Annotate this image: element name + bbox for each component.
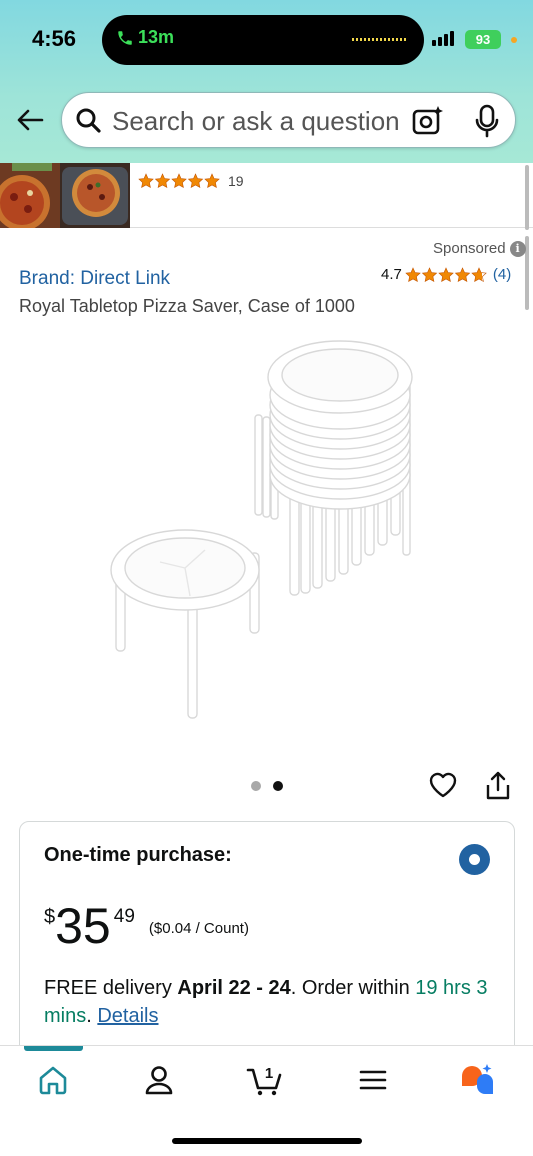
signal-icon <box>432 31 454 46</box>
price: $ 35 49 ($0.04 / Count) <box>44 900 249 952</box>
search-bar[interactable]: Search or ask a question <box>61 92 516 148</box>
menu-icon[interactable] <box>355 1062 391 1098</box>
home-indicator[interactable] <box>172 1138 362 1144</box>
camera-lens-icon[interactable] <box>411 105 445 137</box>
details-link[interactable]: Details <box>97 1005 158 1027</box>
product-rating[interactable]: 4.7 (4) <box>381 266 511 283</box>
delivery-end: . <box>86 1005 98 1027</box>
call-indicator: 13m <box>116 27 174 48</box>
share-icon[interactable] <box>484 770 512 802</box>
brand-link[interactable]: Brand: Direct Link <box>19 268 170 290</box>
status-time: 4:56 <box>32 26 77 51</box>
audio-waveform <box>352 38 406 41</box>
bottom-navigation: 1 <box>0 1045 533 1156</box>
dynamic-island[interactable]: 13m <box>102 15 424 65</box>
cart-count: 1 <box>265 1065 273 1082</box>
rating-stars-icon <box>405 266 487 282</box>
previous-product-rating-count: 19 <box>228 173 244 189</box>
sponsored-label[interactable]: Sponsored i <box>433 240 526 257</box>
image-dot-1[interactable] <box>251 781 261 791</box>
previous-result-strip[interactable]: 19 <box>0 163 533 228</box>
product-title[interactable]: Royal Tabletop Pizza Saver, Case of 1000 <box>19 296 355 317</box>
scrollbar-secondary <box>525 236 529 310</box>
microphone-icon[interactable] <box>471 104 503 138</box>
one-time-purchase-card[interactable]: One-time purchase: $ 35 49 ($0.04 / Coun… <box>19 821 515 1081</box>
home-icon[interactable] <box>35 1062 71 1098</box>
info-icon[interactable]: i <box>509 240 526 257</box>
previous-product-rating: 19 <box>138 173 244 189</box>
price-fraction: 49 <box>113 906 135 927</box>
battery-icon: 93 <box>465 30 501 49</box>
battery-level: 93 <box>475 32 491 47</box>
previous-product-thumbnail[interactable] <box>0 163 130 228</box>
purchase-option-title: One-time purchase: <box>44 844 232 866</box>
price-symbol: $ <box>44 906 56 928</box>
mic-in-use-indicator <box>511 37 517 43</box>
price-whole: 35 <box>55 898 111 954</box>
search-icon <box>76 108 101 133</box>
unit-price: ($0.04 / Count) <box>148 920 249 937</box>
delivery-mid: . Order within <box>290 977 416 999</box>
phone-icon <box>118 30 132 45</box>
search-input[interactable]: Search or ask a question <box>112 106 412 137</box>
heart-icon[interactable] <box>428 770 458 800</box>
delivery-info: FREE delivery April 22 - 24. Order withi… <box>44 974 494 1030</box>
scrollbar <box>525 165 529 230</box>
back-arrow-icon[interactable] <box>14 104 46 136</box>
sponsored-text: Sponsored <box>433 240 506 257</box>
product-image[interactable] <box>100 325 440 735</box>
purchase-option-radio[interactable] <box>459 844 490 875</box>
rating-stars-icon <box>138 173 220 188</box>
cart-icon[interactable]: 1 <box>246 1062 286 1098</box>
active-tab-indicator <box>24 1046 83 1051</box>
rating-count-link[interactable]: (4) <box>493 266 511 283</box>
person-icon[interactable] <box>141 1062 177 1098</box>
call-duration: 13m <box>138 27 175 47</box>
rating-value: 4.7 <box>381 266 402 283</box>
image-dot-2-active[interactable] <box>273 781 283 791</box>
delivery-prefix: FREE delivery <box>44 977 178 999</box>
app-header: 4:56 13m 93 Search or ask a question <box>0 0 533 163</box>
chat-icon[interactable] <box>458 1062 494 1098</box>
delivery-dates: April 22 - 24 <box>177 977 291 999</box>
